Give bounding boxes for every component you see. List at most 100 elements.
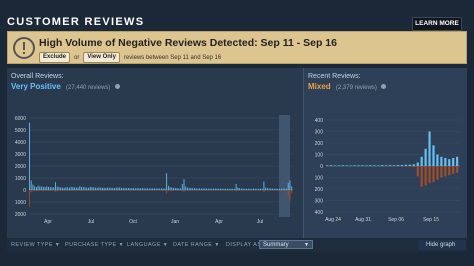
positive-bar xyxy=(96,187,98,190)
purchase-type-filter[interactable]: PURCHASE TYPE ▼ xyxy=(65,242,124,248)
positive-bar xyxy=(75,187,77,190)
positive-bar xyxy=(221,188,223,190)
exclude-button[interactable]: Exclude xyxy=(39,52,71,63)
alert-title: High Volume of Negative Reviews Detected… xyxy=(39,37,337,49)
positive-bar xyxy=(183,179,185,190)
positive-bar xyxy=(381,165,384,166)
positive-bar xyxy=(157,188,159,190)
review-type-label: REVIEW TYPE xyxy=(11,242,53,248)
negative-bar xyxy=(95,190,96,191)
positive-bar xyxy=(178,188,180,190)
positive-bar xyxy=(114,188,115,190)
negative-bar xyxy=(452,166,455,175)
positive-bar xyxy=(239,188,241,190)
y-tick-label: 300 xyxy=(315,130,324,136)
negative-bar xyxy=(287,190,289,196)
positive-bar xyxy=(218,188,220,190)
negative-bar xyxy=(128,190,129,191)
positive-bar xyxy=(173,187,175,190)
positive-bar xyxy=(169,187,171,190)
negative-bar xyxy=(432,166,435,183)
positive-bar xyxy=(436,154,439,166)
positive-bar xyxy=(58,187,60,190)
positive-bar xyxy=(55,182,56,190)
positive-bar xyxy=(77,187,79,190)
negative-bar xyxy=(440,166,443,178)
positive-bar xyxy=(254,188,256,190)
positive-bar xyxy=(282,188,284,190)
positive-bar xyxy=(249,188,251,190)
warning-icon xyxy=(13,37,35,59)
positive-bar xyxy=(273,188,275,190)
recent-reviews-chart[interactable]: 4003002001000100200300400Aug 24 Aug 31 Sep… xyxy=(304,68,468,238)
negative-bar xyxy=(101,190,103,191)
positive-bar xyxy=(289,180,291,190)
positive-bar xyxy=(39,186,41,190)
language-label: LANGUAGE xyxy=(127,242,161,248)
positive-bar xyxy=(147,188,148,190)
negative-bar xyxy=(143,190,145,191)
positive-bar xyxy=(89,186,91,190)
positive-bar xyxy=(134,188,136,190)
display-as-select[interactable]: Summary ▼ xyxy=(259,240,313,249)
display-as-label: DISPLAY AS: xyxy=(226,242,264,248)
negative-bar xyxy=(424,166,427,186)
positive-bar xyxy=(67,187,69,190)
y-tick-label: 200 xyxy=(315,141,324,147)
positive-bar xyxy=(225,188,227,190)
positive-bar xyxy=(56,186,58,190)
positive-bar xyxy=(244,188,246,190)
positive-bar xyxy=(30,180,32,190)
positive-bar xyxy=(180,188,181,190)
hide-graph-button[interactable]: Hide graph xyxy=(418,240,466,250)
positive-bar xyxy=(115,187,117,190)
negative-bar xyxy=(30,190,32,193)
negative-bar xyxy=(148,190,150,191)
positive-bar xyxy=(181,184,183,190)
review-type-filter[interactable]: REVIEW TYPE ▼ xyxy=(11,242,60,248)
positive-bar xyxy=(194,188,195,190)
positive-bar xyxy=(247,188,249,190)
positive-bar xyxy=(103,187,105,190)
positive-bar xyxy=(408,164,411,166)
positive-bar xyxy=(326,165,329,166)
negative-bar xyxy=(37,190,39,192)
learn-more-button[interactable]: LEARN MORE xyxy=(412,17,462,31)
positive-bar xyxy=(86,187,88,190)
positive-bar xyxy=(251,188,253,190)
date-range-filter[interactable]: DATE RANGE ▼ xyxy=(173,242,220,248)
positive-bar xyxy=(148,188,150,190)
negative-bar xyxy=(46,190,48,192)
negative-bar xyxy=(65,190,67,191)
negative-bar xyxy=(147,190,148,191)
positive-bar xyxy=(121,187,122,190)
positive-bar xyxy=(261,188,263,190)
positive-bar xyxy=(253,188,254,190)
language-filter[interactable]: LANGUAGE ▼ xyxy=(127,242,168,248)
positive-bar xyxy=(237,187,239,190)
positive-bar xyxy=(98,187,100,190)
positive-bar xyxy=(400,164,404,166)
positive-bar xyxy=(124,188,126,190)
positive-bar xyxy=(74,187,76,190)
positive-bar xyxy=(159,188,161,190)
y-tick-label: 6000 xyxy=(15,116,26,122)
x-tick-label: Jan xyxy=(171,219,179,225)
negative-bar xyxy=(448,166,451,176)
x-tick-label: Apr xyxy=(44,219,52,225)
negative-bar xyxy=(136,190,138,191)
negative-bar xyxy=(51,190,53,191)
overall-reviews-chart[interactable]: 600050004000300020001000010002000Apr Jul O… xyxy=(7,68,302,238)
positive-bar xyxy=(145,188,147,190)
negative-bar xyxy=(188,190,190,191)
positive-bar xyxy=(228,188,230,190)
negative-bar xyxy=(174,190,176,191)
negative-bar xyxy=(77,190,79,191)
positive-bar xyxy=(277,188,279,190)
positive-bar xyxy=(68,187,70,190)
negative-bar xyxy=(70,190,72,191)
chevron-down-icon: ▼ xyxy=(54,242,61,248)
positive-bar xyxy=(42,186,44,190)
negative-bar xyxy=(58,190,60,191)
view-only-button[interactable]: View Only xyxy=(83,52,120,63)
